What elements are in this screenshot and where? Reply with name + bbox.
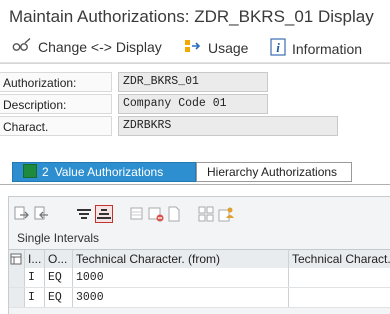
col-header-to[interactable]: Technical Charact. bbox=[289, 250, 390, 268]
information-label: Information bbox=[292, 40, 363, 57]
col-header-from[interactable]: Technical Character. (from) bbox=[73, 250, 289, 268]
green-square-icon bbox=[23, 164, 37, 178]
change-display-label: Change <-> Display bbox=[38, 38, 162, 55]
sort-ascending-icon[interactable] bbox=[75, 205, 93, 223]
value-auth-count: 2 bbox=[42, 165, 49, 179]
delete-row-icon[interactable] bbox=[147, 205, 165, 223]
tab-hierarchy-authorizations[interactable]: Hierarchy Authorizations bbox=[196, 162, 352, 182]
cell-incl: I bbox=[25, 268, 45, 287]
authorization-user-icon[interactable] bbox=[217, 205, 235, 223]
change-display-button[interactable]: Change <-> Display bbox=[12, 37, 162, 55]
window-title: Maintain Authorizations: ZDR_BKRS_01 Dis… bbox=[9, 6, 374, 26]
authorization-form: Authorization: ZDR_BKRS_01 Description: … bbox=[0, 63, 390, 159]
cell-from[interactable]: 1000 bbox=[73, 268, 289, 287]
usage-button[interactable]: Usage bbox=[184, 38, 248, 57]
authorization-row: Authorization: ZDR_BKRS_01 bbox=[0, 71, 390, 93]
info-icon: i bbox=[270, 38, 286, 59]
svg-text:i: i bbox=[276, 40, 280, 55]
select-all-icon[interactable] bbox=[13, 205, 31, 223]
hierarchy-auth-label: Hierarchy Authorizations bbox=[207, 165, 338, 179]
glasses-pencil-icon bbox=[12, 37, 32, 55]
charact-row: Charact. ZDRBKRS bbox=[0, 115, 390, 137]
table-row[interactable]: I EQ 1000 bbox=[9, 268, 390, 288]
value-auth-label: Value Authorizations bbox=[54, 165, 164, 179]
tab-strip: 2 Value Authorizations Hierarchy Authoriz… bbox=[0, 162, 390, 185]
append-row-icon[interactable] bbox=[129, 205, 147, 223]
col-header-option[interactable]: O... bbox=[45, 250, 73, 268]
table-settings-icon[interactable] bbox=[9, 250, 25, 268]
row-selector[interactable] bbox=[9, 268, 25, 287]
description-row: Description: Company Code 01 bbox=[0, 93, 390, 115]
single-intervals-title: Single Intervals bbox=[17, 231, 100, 245]
charact-field[interactable]: ZDRBKRS bbox=[118, 116, 338, 136]
authorization-label: Authorization: bbox=[0, 72, 112, 92]
deselect-all-icon[interactable] bbox=[33, 205, 51, 223]
cell-from[interactable]: 3000 bbox=[73, 288, 289, 307]
table-row[interactable]: I EQ 3000 bbox=[9, 288, 390, 308]
application-toolbar: Change <-> Display Usage i Information bbox=[0, 33, 390, 63]
table-header: I... O... Technical Character. (from) Te… bbox=[9, 249, 390, 269]
usage-label: Usage bbox=[208, 39, 249, 56]
title-bar: Maintain Authorizations: ZDR_BKRS_01 Dis… bbox=[0, 0, 390, 33]
charact-label: Charact. bbox=[0, 116, 112, 136]
row-selector[interactable] bbox=[9, 288, 25, 307]
cell-option: EQ bbox=[45, 288, 73, 307]
usage-icon bbox=[184, 38, 202, 57]
table-toolbar bbox=[13, 199, 390, 227]
cell-option: EQ bbox=[45, 268, 73, 287]
description-field[interactable]: Company Code 01 bbox=[118, 94, 268, 114]
cell-to[interactable] bbox=[289, 288, 390, 307]
cell-to[interactable] bbox=[289, 268, 390, 287]
information-button[interactable]: i Information bbox=[270, 38, 362, 59]
col-header-incl[interactable]: I... bbox=[25, 250, 45, 268]
cell-incl: I bbox=[25, 288, 45, 307]
authorization-field[interactable]: ZDR_BKRS_01 bbox=[118, 72, 268, 92]
description-label: Description: bbox=[0, 94, 112, 114]
new-page-icon[interactable] bbox=[165, 205, 183, 223]
value-authorizations-panel: Single Intervals I... O... Technical Cha… bbox=[8, 196, 390, 314]
detail-view-icon[interactable] bbox=[197, 205, 215, 223]
tab-value-authorizations[interactable]: 2 Value Authorizations bbox=[12, 162, 196, 182]
sort-descending-icon[interactable] bbox=[95, 205, 113, 223]
